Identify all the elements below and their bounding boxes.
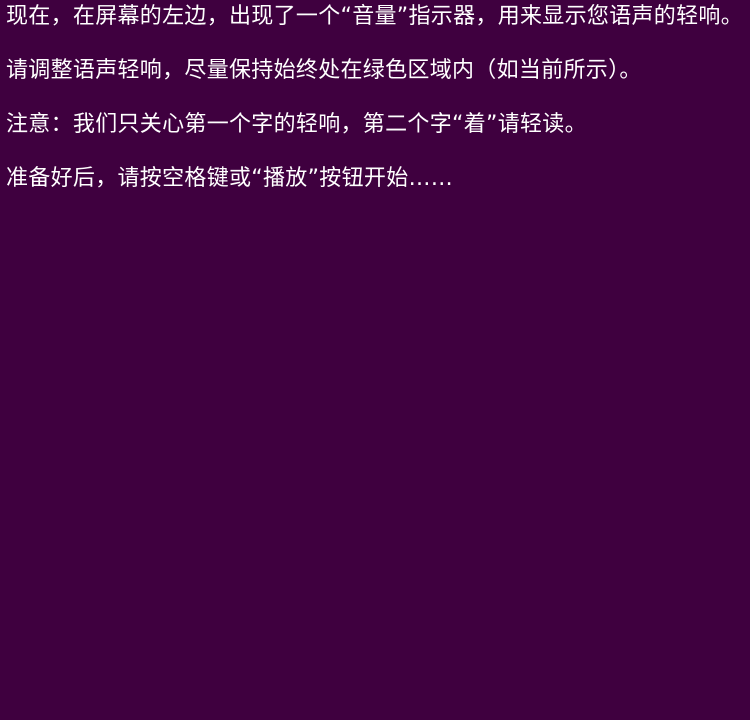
- instruction-first-word-note: 注意：我们只关心第一个字的轻响，第二个字“着”请轻读。: [6, 112, 587, 137]
- instruction-volume-indicator: 现在，在屏幕的左边，出现了一个“音量”指示器，用来显示您语声的轻响。: [6, 4, 743, 29]
- instruction-screen: 现在，在屏幕的左边，出现了一个“音量”指示器，用来显示您语声的轻响。 请调整语声…: [0, 0, 750, 720]
- instruction-start-prompt: 准备好后，请按空格键或“播放”按钮开始……: [6, 166, 454, 191]
- instruction-keep-green: 请调整语声轻响，尽量保持始终处在绿色区域内（如当前所示）。: [6, 58, 642, 83]
